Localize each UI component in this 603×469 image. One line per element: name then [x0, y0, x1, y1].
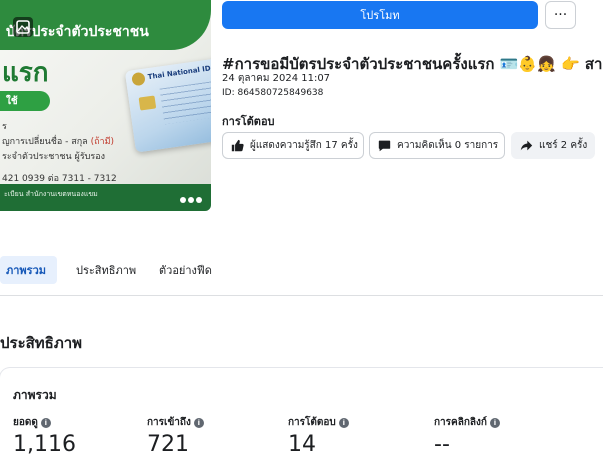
thumbnail-line: ญการเปลี่ยนชื่อ - สกุล (ถ้ามี)	[2, 137, 115, 147]
overview-card-title: ภาพรวม	[13, 388, 57, 402]
tabs-divider	[0, 295, 603, 296]
performance-heading: ประสิทธิภาพ	[0, 334, 83, 352]
card-text-lines	[159, 80, 211, 125]
info-icon[interactable]: i	[40, 417, 51, 428]
thumbnail-line: ระจำตัวประชาชน ผู้รับรอง	[2, 152, 106, 162]
metric-reach-value: 721	[147, 432, 189, 457]
card-seal	[131, 71, 146, 87]
comment-icon	[378, 140, 391, 152]
tab-performance[interactable]: ประสิทธิภาพ	[70, 256, 142, 284]
reactions-count: ผู้แสดงความรู้สึก 17 ครั้ง	[250, 140, 358, 151]
info-icon[interactable]: i	[489, 417, 500, 428]
metric-link-clicks-value: --	[434, 432, 450, 457]
metric-engagement-value: 14	[288, 432, 316, 457]
post-date: 24 ตุลาคม 2024 11:07	[222, 73, 331, 84]
thumbnail-big-text: แรก	[2, 58, 49, 88]
thumbnail-phone: 421 0939 ต่อ 7311 - 7312	[2, 174, 117, 184]
info-icon[interactable]: i	[193, 417, 204, 428]
shares-count: แชร์ 2 ครั้ง	[539, 140, 588, 151]
share-icon	[520, 140, 533, 151]
gallery-icon[interactable]	[10, 14, 36, 40]
engagement-heading: การโต้ตอบ	[222, 115, 275, 128]
card-chip	[138, 95, 157, 111]
card-title: Thai National ID Ca	[147, 63, 211, 82]
tab-overview[interactable]: ภาพรวม	[0, 256, 57, 284]
thumbnail-footer-text: ะเบียน สำนักงานเขตหนองแขม	[4, 190, 98, 198]
metric-views-label: ยอดดู i	[13, 415, 51, 430]
metric-views-value: 1,116	[13, 432, 76, 457]
promote-button[interactable]: โปรโมท	[222, 1, 538, 29]
tab-feed-preview[interactable]: ตัวอย่างฟีด	[153, 256, 218, 284]
metric-engagement-label: การโต้ตอบ i	[288, 415, 349, 430]
post-thumbnail[interactable]: บัตรประจำตัวประชาชน แรก ใช้ ร ญการเปลี่ย…	[0, 0, 211, 211]
social-icons	[180, 197, 202, 203]
id-card-image: Thai National ID Ca	[124, 57, 211, 153]
thumbnail-line: ร	[2, 122, 7, 132]
thumbnail-pill-text: ใช้	[6, 96, 18, 107]
insights-tabs: ภาพรวม ประสิทธิภาพ ตัวอย่างฟีด	[0, 256, 603, 286]
metric-reach-label: การเข้าถึง i	[147, 415, 204, 430]
comments-button[interactable]: ความคิดเห็น 0 รายการ	[369, 132, 505, 159]
shares-button[interactable]: แชร์ 2 ครั้ง	[511, 132, 595, 159]
reactions-button[interactable]: ผู้แสดงความรู้สึก 17 ครั้ง	[222, 132, 364, 159]
info-icon[interactable]: i	[338, 417, 349, 428]
comments-count: ความคิดเห็น 0 รายการ	[397, 140, 499, 151]
more-options-button[interactable]: ···	[545, 1, 576, 29]
post-id: ID: 864580725849638	[222, 88, 324, 98]
thumbs-up-icon	[231, 139, 244, 152]
metric-link-clicks-label: การคลิกลิงก์ i	[434, 415, 500, 430]
post-title: #การขอมีบัตรประจำตัวประชาชนครั้งแรก 🪪👶👧 …	[222, 55, 603, 72]
